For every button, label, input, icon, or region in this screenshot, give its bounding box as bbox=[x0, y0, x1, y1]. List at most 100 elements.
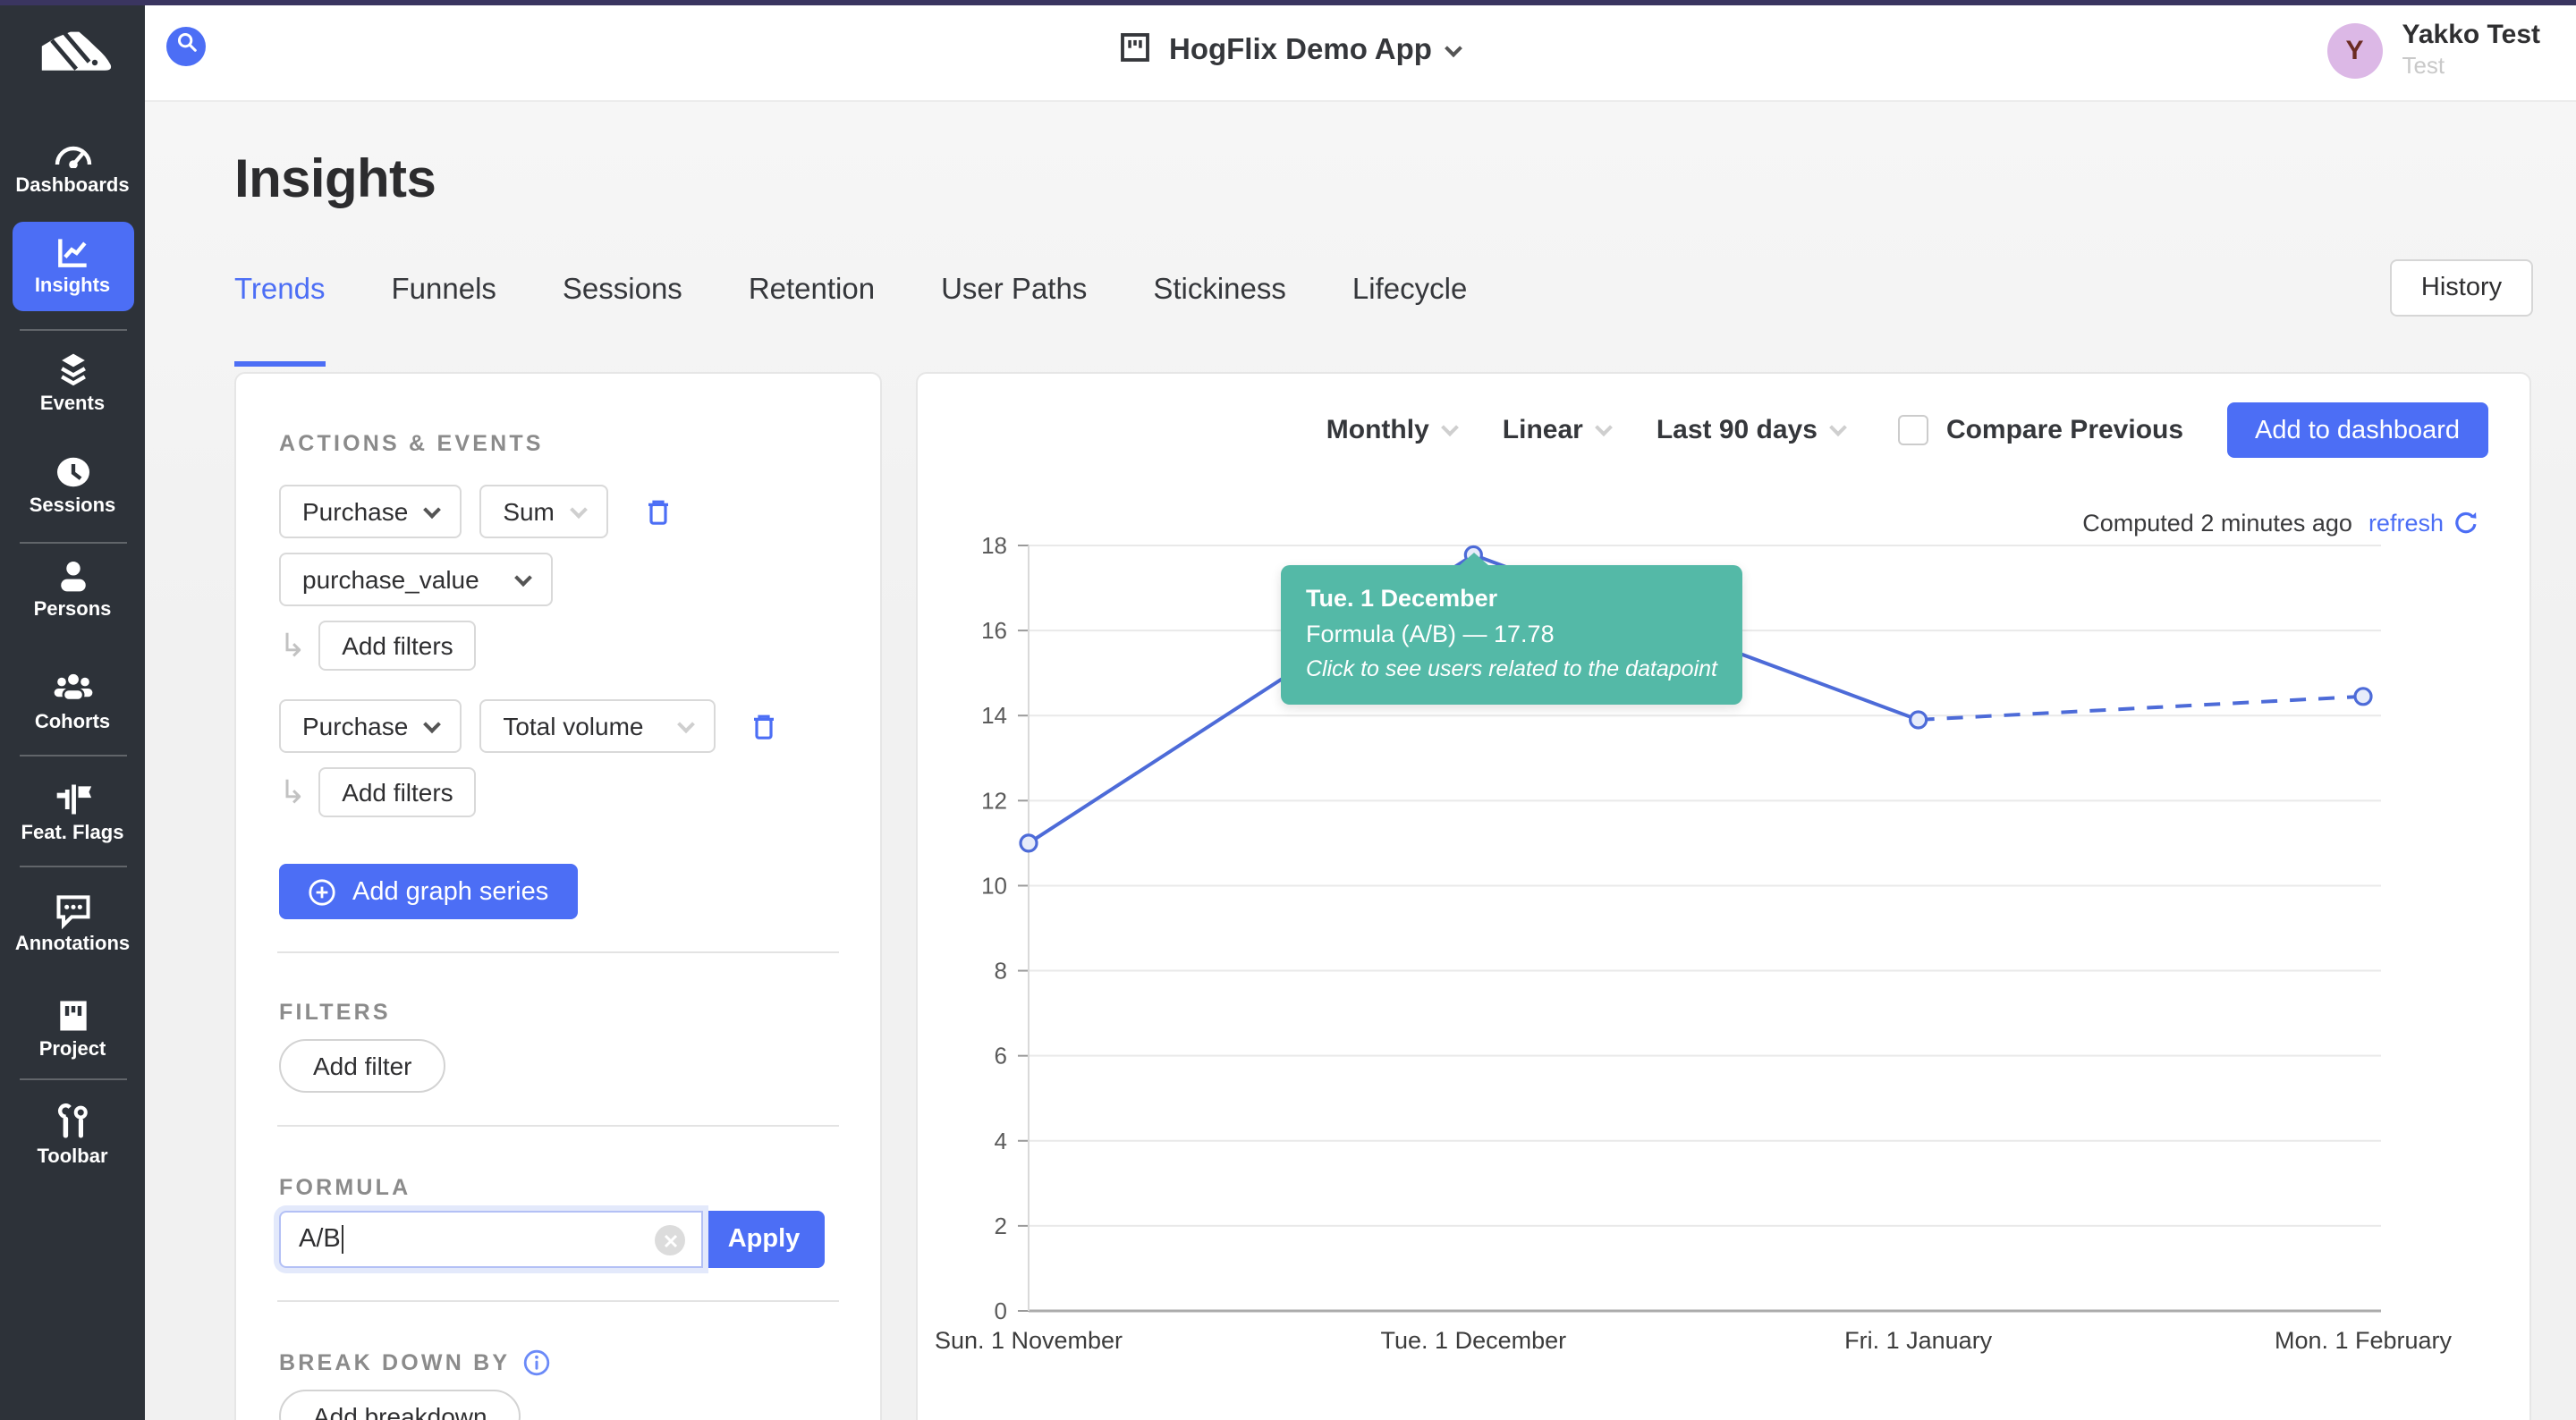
y-tick-label: 12 bbox=[981, 787, 1007, 814]
divider bbox=[277, 951, 839, 953]
chevron-down-icon bbox=[423, 500, 441, 518]
sidebar-item-annotations[interactable]: Annotations bbox=[12, 892, 133, 955]
tab-lifecycle[interactable]: Lifecycle bbox=[1352, 274, 1467, 367]
math-select-value: Total volume bbox=[503, 712, 643, 740]
sidebar-item-insights[interactable]: Insights bbox=[12, 222, 133, 311]
x-tick-label: Fri. 1 January bbox=[1844, 1327, 1993, 1354]
user-menu[interactable]: Y Yakko Test Test bbox=[2326, 18, 2540, 80]
event-select-value: Purchase bbox=[302, 497, 408, 526]
event-select[interactable]: Purchase bbox=[279, 699, 462, 753]
sidebar-item-events[interactable]: Events bbox=[12, 352, 133, 415]
event-select[interactable]: Purchase bbox=[279, 485, 462, 538]
tab-sessions[interactable]: Sessions bbox=[563, 274, 682, 367]
info-icon[interactable] bbox=[522, 1348, 551, 1377]
series-row-2: Purchase Total volume bbox=[279, 699, 837, 753]
add-graph-series-button[interactable]: Add graph series bbox=[279, 864, 577, 919]
history-button[interactable]: History bbox=[2390, 259, 2533, 317]
sidebar-label: Toolbar bbox=[37, 1146, 107, 1168]
actions-events-heading: ACTIONS & EVENTS bbox=[279, 431, 837, 456]
sidebar-item-cohorts[interactable]: Cohorts bbox=[12, 671, 133, 733]
datapoint-marker[interactable] bbox=[1021, 835, 1037, 851]
formula-input[interactable]: A/B bbox=[279, 1211, 703, 1268]
sidebar-divider bbox=[19, 1078, 126, 1080]
delete-series-button[interactable] bbox=[750, 711, 778, 741]
chevron-down-icon bbox=[514, 568, 532, 586]
clear-input-icon[interactable] bbox=[655, 1225, 685, 1255]
sidebar-label: Persons bbox=[34, 599, 112, 621]
add-graph-series-label: Add graph series bbox=[352, 877, 548, 906]
sidebar-item-feature-flags[interactable]: Feat. Flags bbox=[12, 782, 133, 844]
sidebar-item-toolbar[interactable]: Toolbar bbox=[12, 1105, 133, 1168]
flag-icon bbox=[51, 782, 94, 817]
sidebar-divider bbox=[19, 866, 126, 867]
apply-formula-button[interactable]: Apply bbox=[703, 1211, 825, 1268]
y-tick-label: 6 bbox=[995, 1043, 1007, 1069]
app-root: HogFlix Demo App Y Yakko Test Test Dashb… bbox=[0, 0, 2576, 1420]
add-filter-button[interactable]: Add filter bbox=[279, 1039, 446, 1093]
series-1-filters-row: ↳ Add filters bbox=[279, 621, 837, 671]
posthog-logo[interactable] bbox=[0, 0, 145, 102]
property-select[interactable]: purchase_value bbox=[279, 553, 553, 606]
tools-icon bbox=[51, 1105, 94, 1141]
y-tick-label: 14 bbox=[981, 702, 1007, 729]
main-content: Insights Trends Funnels Sessions Retenti… bbox=[145, 102, 2576, 1420]
add-filters-label: Add filters bbox=[342, 778, 453, 807]
project-board-icon bbox=[53, 998, 92, 1034]
math-select[interactable]: Total volume bbox=[479, 699, 716, 753]
y-tick-label: 18 bbox=[981, 532, 1007, 559]
formula-value: A/B bbox=[299, 1225, 341, 1254]
trend-chart-svg[interactable]: 024681012141618Sun. 1 NovemberTue. 1 Dec… bbox=[918, 374, 2529, 1420]
datapoint-marker[interactable] bbox=[1911, 712, 1927, 728]
tab-user-paths[interactable]: User Paths bbox=[941, 274, 1087, 367]
sidebar-label: Events bbox=[40, 393, 105, 415]
tab-funnels[interactable]: Funnels bbox=[392, 274, 496, 367]
property-row: purchase_value bbox=[279, 553, 837, 606]
math-select[interactable]: Sum bbox=[479, 485, 608, 538]
gauge-icon bbox=[51, 134, 94, 170]
user-org: Test bbox=[2402, 52, 2540, 80]
person-icon bbox=[53, 558, 92, 594]
avatar: Y bbox=[2326, 23, 2382, 79]
sidebar-divider bbox=[19, 542, 126, 544]
chevron-down-icon bbox=[677, 714, 695, 732]
formula-heading: FORMULA bbox=[279, 1175, 837, 1200]
project-switcher[interactable]: HogFlix Demo App bbox=[0, 0, 2576, 102]
sidebar-item-dashboards[interactable]: Dashboards bbox=[12, 134, 133, 197]
sidebar-item-sessions[interactable]: Sessions bbox=[12, 454, 133, 517]
series-2-filters-row: ↳ Add filters bbox=[279, 767, 837, 817]
datapoint-marker[interactable] bbox=[2355, 689, 2371, 705]
sidebar-item-persons[interactable]: Persons bbox=[12, 558, 133, 621]
group-icon bbox=[49, 671, 96, 706]
math-select-value: Sum bbox=[503, 497, 555, 526]
tab-stickiness[interactable]: Stickiness bbox=[1153, 274, 1286, 367]
hedgehog-logo-icon bbox=[30, 26, 115, 76]
chevron-down-icon bbox=[1445, 39, 1463, 57]
x-tick-label: Tue. 1 December bbox=[1381, 1327, 1567, 1354]
divider bbox=[277, 1300, 839, 1302]
y-tick-label: 2 bbox=[995, 1213, 1007, 1239]
add-filters-button[interactable]: Add filters bbox=[318, 621, 477, 671]
y-tick-label: 10 bbox=[981, 872, 1007, 899]
tooltip-hint: Click to see users related to the datapo… bbox=[1306, 653, 1717, 687]
elbow-arrow-icon: ↳ bbox=[279, 776, 306, 808]
tab-trends[interactable]: Trends bbox=[234, 274, 326, 367]
tooltip-value: Formula (A/B) — 17.78 bbox=[1306, 617, 1717, 653]
tooltip-date: Tue. 1 December bbox=[1306, 581, 1717, 617]
series-row-1: Purchase Sum bbox=[279, 485, 837, 538]
sidebar-label: Insights bbox=[35, 275, 110, 297]
chart-tooltip: Tue. 1 December Formula (A/B) — 17.78 Cl… bbox=[1281, 565, 1742, 705]
breakdown-heading: BREAK DOWN BY bbox=[279, 1350, 510, 1375]
sidebar-item-project[interactable]: Project bbox=[12, 998, 133, 1061]
clock-icon bbox=[53, 454, 92, 490]
text-caret bbox=[343, 1225, 344, 1254]
sidebar-label: Project bbox=[39, 1039, 106, 1061]
x-tick-label: Sun. 1 November bbox=[935, 1327, 1123, 1354]
add-filters-button[interactable]: Add filters bbox=[318, 767, 477, 817]
tab-retention[interactable]: Retention bbox=[749, 274, 875, 367]
event-select-value: Purchase bbox=[302, 712, 408, 740]
formula-row: A/B Apply bbox=[279, 1211, 837, 1268]
add-breakdown-button[interactable]: Add breakdown bbox=[279, 1390, 521, 1420]
sidebar-divider bbox=[19, 755, 126, 756]
plus-circle-icon bbox=[308, 877, 336, 906]
delete-series-button[interactable] bbox=[644, 496, 673, 527]
